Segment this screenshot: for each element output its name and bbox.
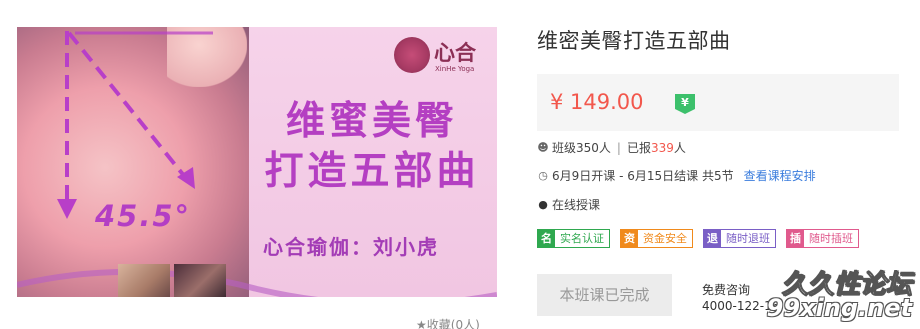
registered-count: 339	[650, 140, 674, 155]
location-pin-icon: ●	[538, 198, 548, 211]
site-watermark: 久久性论坛 99xing.net	[765, 264, 920, 326]
cover-title: 维蜜美臀 打造五部曲	[257, 97, 487, 197]
cover-teacher: 心合瑜伽：刘小虎	[263, 235, 439, 259]
tag-refund-anytime: 退 随时退班	[703, 229, 776, 248]
cover-logo-icon	[394, 37, 430, 73]
cover-title-line2: 打造五部曲	[264, 149, 480, 194]
tag-real-name: 名 实名认证	[537, 229, 610, 248]
refund-icon: 退	[704, 230, 721, 247]
price-guarantee-icon: ¥	[675, 94, 695, 114]
tag-join-anytime-label: 随时插班	[809, 232, 853, 245]
teaching-mode-text: 在线授课	[552, 198, 601, 212]
schedule-info: ◷ 6月9日开课 - 6月15日结课 共5节 查看课程安排	[537, 167, 816, 184]
cover-angle-label: 45.5°	[95, 199, 192, 233]
tag-fund-safety-label: 资金安全	[643, 232, 687, 245]
cover-thumbnail-1	[118, 264, 170, 297]
favorite-button[interactable]: ★收藏(0人)	[416, 316, 480, 329]
teaching-mode: ● 在线授课	[537, 196, 600, 213]
registered-prefix: 已报	[626, 141, 651, 155]
fund-safety-icon: 资	[621, 230, 638, 247]
tag-refund-anytime-label: 随时退班	[726, 232, 770, 245]
divider: |	[616, 140, 621, 155]
view-schedule-link[interactable]: 查看课程安排	[744, 167, 816, 184]
tag-fund-safety: 资 资金安全	[620, 229, 693, 248]
course-completed-button[interactable]: 本班课已完成	[537, 274, 672, 316]
enrollment-info: ☻ 班级350人 | 已报 339 人	[537, 139, 686, 156]
course-price: ¥ 149.00	[550, 90, 644, 114]
cover-thumbnail-2	[174, 264, 226, 297]
cover-logo-subtext: XinHe Yoga	[435, 65, 475, 73]
class-capacity: 班级350人	[552, 141, 611, 155]
watermark-line2: 99xing.net	[766, 294, 912, 322]
course-title: 维密美臀打造五部曲	[537, 29, 731, 53]
tag-real-name-label: 实名认证	[560, 232, 604, 245]
clock-icon: ◷	[538, 169, 548, 182]
schedule-dates: 6月9日开课 - 6月15日结课 共5节	[552, 169, 734, 183]
guarantee-tags: 名 实名认证 资 资金安全 退 随时退班 插 随时插班	[537, 229, 859, 248]
cover-title-line1: 维蜜美臀	[285, 99, 458, 144]
real-name-icon: 名	[538, 230, 555, 247]
join-icon: 插	[787, 230, 804, 247]
tag-join-anytime: 插 随时插班	[786, 229, 859, 248]
registered-suffix: 人	[673, 141, 686, 155]
free-consult-label: 免费咨询	[702, 283, 751, 297]
price-panel: ¥ 149.00 ¥	[537, 74, 899, 131]
cover-logo-text: 心合	[434, 41, 476, 65]
course-cover-image[interactable]: 心合 XinHe Yoga 维蜜美臀 打造五部曲 45.5° 心合瑜伽：刘小虎	[17, 27, 497, 297]
user-icon: ☻	[537, 141, 549, 154]
